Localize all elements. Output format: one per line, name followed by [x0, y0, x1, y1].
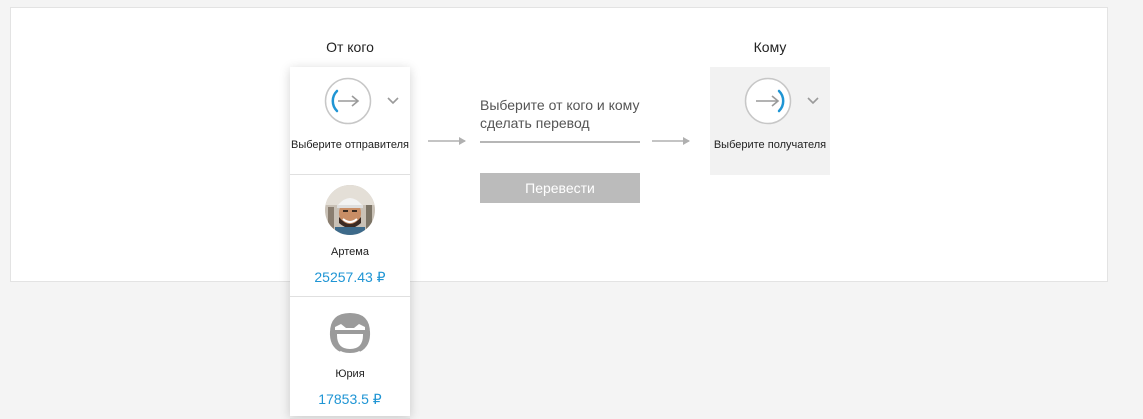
from-title: От кого [326, 39, 374, 55]
transfer-button[interactable]: Перевести [480, 173, 640, 203]
chevron-down-icon[interactable] [807, 97, 819, 105]
user-balance: 17853.5 ₽ [318, 391, 382, 407]
user-name: Юрия [335, 368, 365, 380]
chevron-down-icon[interactable] [387, 97, 399, 105]
arrow-right-icon [428, 137, 466, 145]
arrow-right-icon [652, 137, 690, 145]
to-title: Кому [753, 39, 787, 55]
sender-placeholder-label: Выберите отправителя [290, 139, 410, 151]
transfer-hint: Выберите от кого и кому сделать перевод [480, 97, 640, 131]
arrow-circle-icon [744, 77, 792, 125]
sender-select[interactable]: Выберите отправителя [290, 67, 410, 175]
user-balance: 25257.43 ₽ [314, 269, 386, 285]
sender-option-artem[interactable]: Артема 25257.43 ₽ [290, 175, 410, 297]
sender-option-yuri[interactable]: Юрия 17853.5 ₽ [290, 297, 410, 419]
transfer-card [10, 7, 1108, 282]
recipient-select[interactable]: Выберите получателя [710, 67, 830, 175]
user-avatar-photo [325, 185, 375, 235]
sender-dropdown: Выберите отправителя Артема 25257.43 ₽ Ю… [290, 67, 410, 419]
arrow-circle-icon [324, 77, 372, 125]
user-name: Артема [331, 246, 369, 258]
divider [480, 141, 640, 143]
recipient-placeholder-label: Выберите получателя [713, 139, 827, 151]
default-avatar-icon [325, 307, 375, 357]
